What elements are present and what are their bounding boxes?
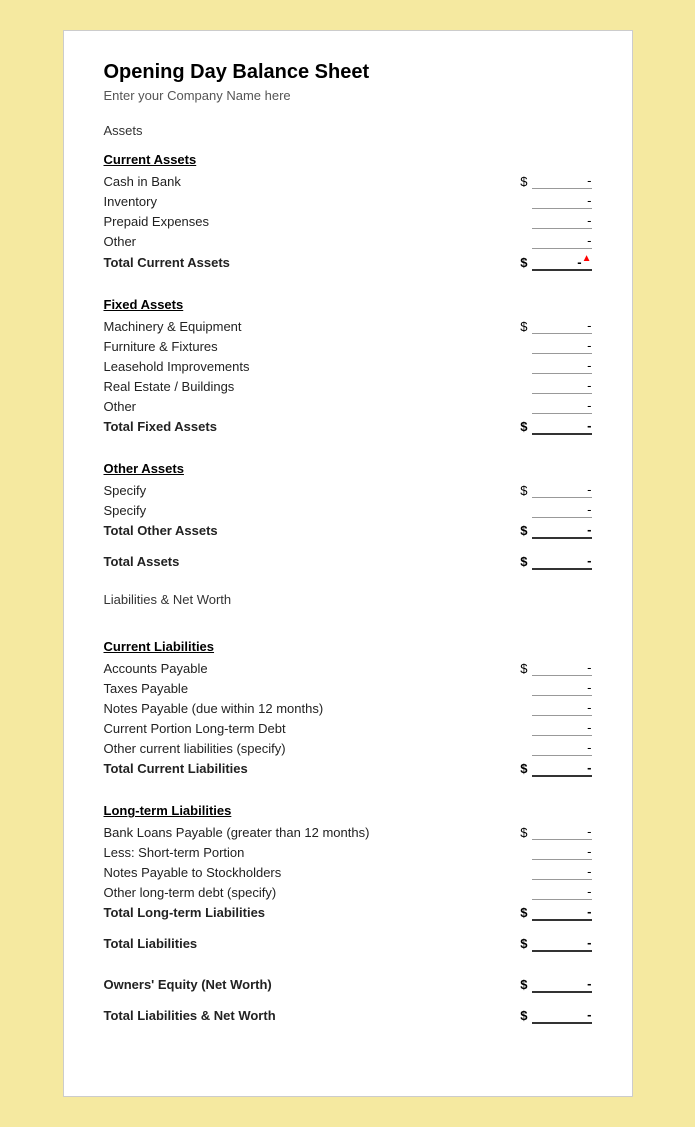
company-name-subtitle: Enter your Company Name here: [104, 88, 592, 103]
total-current-liabilities-row: Total Current Liabilities $ -: [104, 758, 592, 779]
list-item: Real Estate / Buildings -: [104, 376, 592, 396]
list-item: Prepaid Expenses -: [104, 211, 592, 231]
list-item: Notes Payable to Stockholders -: [104, 862, 592, 882]
owners-equity-label: Owners' Equity (Net Worth): [104, 977, 432, 992]
list-item: Less: Short-term Portion -: [104, 842, 592, 862]
other-assets-header: Other Assets: [104, 461, 592, 476]
list-item: Leasehold Improvements -: [104, 356, 592, 376]
total-current-assets-label: Total Current Assets: [104, 255, 432, 270]
total-other-assets-row: Total Other Assets $ -: [104, 520, 592, 541]
assets-label: Assets: [104, 123, 592, 138]
total-assets-row: Total Assets $ -: [104, 551, 592, 572]
total-liabilities-row: Total Liabilities $ -: [104, 933, 592, 954]
total-liabilities-networth-row: Total Liabilities & Net Worth $ -: [104, 1005, 592, 1026]
total-longterm-liabilities-label: Total Long-term Liabilities: [104, 905, 432, 920]
total-other-assets-label: Total Other Assets: [104, 523, 432, 538]
balance-sheet-container: Opening Day Balance Sheet Enter your Com…: [63, 30, 633, 1097]
list-item: Machinery & Equipment $ -: [104, 316, 592, 336]
list-item: Inventory -: [104, 191, 592, 211]
list-item: Accounts Payable $ -: [104, 658, 592, 678]
list-item: Cash in Bank $ -: [104, 171, 592, 191]
total-current-assets-row: Total Current Assets $ -▲: [104, 251, 592, 273]
list-item: Other -: [104, 396, 592, 416]
owners-equity-row: Owners' Equity (Net Worth) $ -: [104, 974, 592, 995]
total-liabilities-label: Total Liabilities: [104, 936, 432, 951]
list-item: Specify -: [104, 500, 592, 520]
list-item: Specify $ -: [104, 480, 592, 500]
list-item: Other long-term debt (specify) -: [104, 882, 592, 902]
liabilities-label: Liabilities & Net Worth: [104, 592, 592, 607]
total-assets-label: Total Assets: [104, 554, 432, 569]
total-current-liabilities-label: Total Current Liabilities: [104, 761, 432, 776]
current-liabilities-header: Current Liabilities: [104, 639, 592, 654]
list-item: Taxes Payable -: [104, 678, 592, 698]
list-item: Other -: [104, 231, 592, 251]
list-item: Other current liabilities (specify) -: [104, 738, 592, 758]
list-item: Furniture & Fixtures -: [104, 336, 592, 356]
total-fixed-assets-row: Total Fixed Assets $ -: [104, 416, 592, 437]
longterm-liabilities-header: Long-term Liabilities: [104, 803, 592, 818]
list-item: Current Portion Long-term Debt -: [104, 718, 592, 738]
fixed-assets-header: Fixed Assets: [104, 297, 592, 312]
item-label: Cash in Bank: [104, 174, 432, 189]
list-item: Bank Loans Payable (greater than 12 mont…: [104, 822, 592, 842]
item-amount: $ -: [432, 173, 592, 189]
total-longterm-liabilities-row: Total Long-term Liabilities $ -: [104, 902, 592, 923]
current-assets-header: Current Assets: [104, 152, 592, 167]
total-fixed-assets-label: Total Fixed Assets: [104, 419, 432, 434]
page-title: Opening Day Balance Sheet: [104, 61, 592, 84]
total-liabilities-networth-label: Total Liabilities & Net Worth: [104, 1008, 432, 1023]
list-item: Notes Payable (due within 12 months) -: [104, 698, 592, 718]
